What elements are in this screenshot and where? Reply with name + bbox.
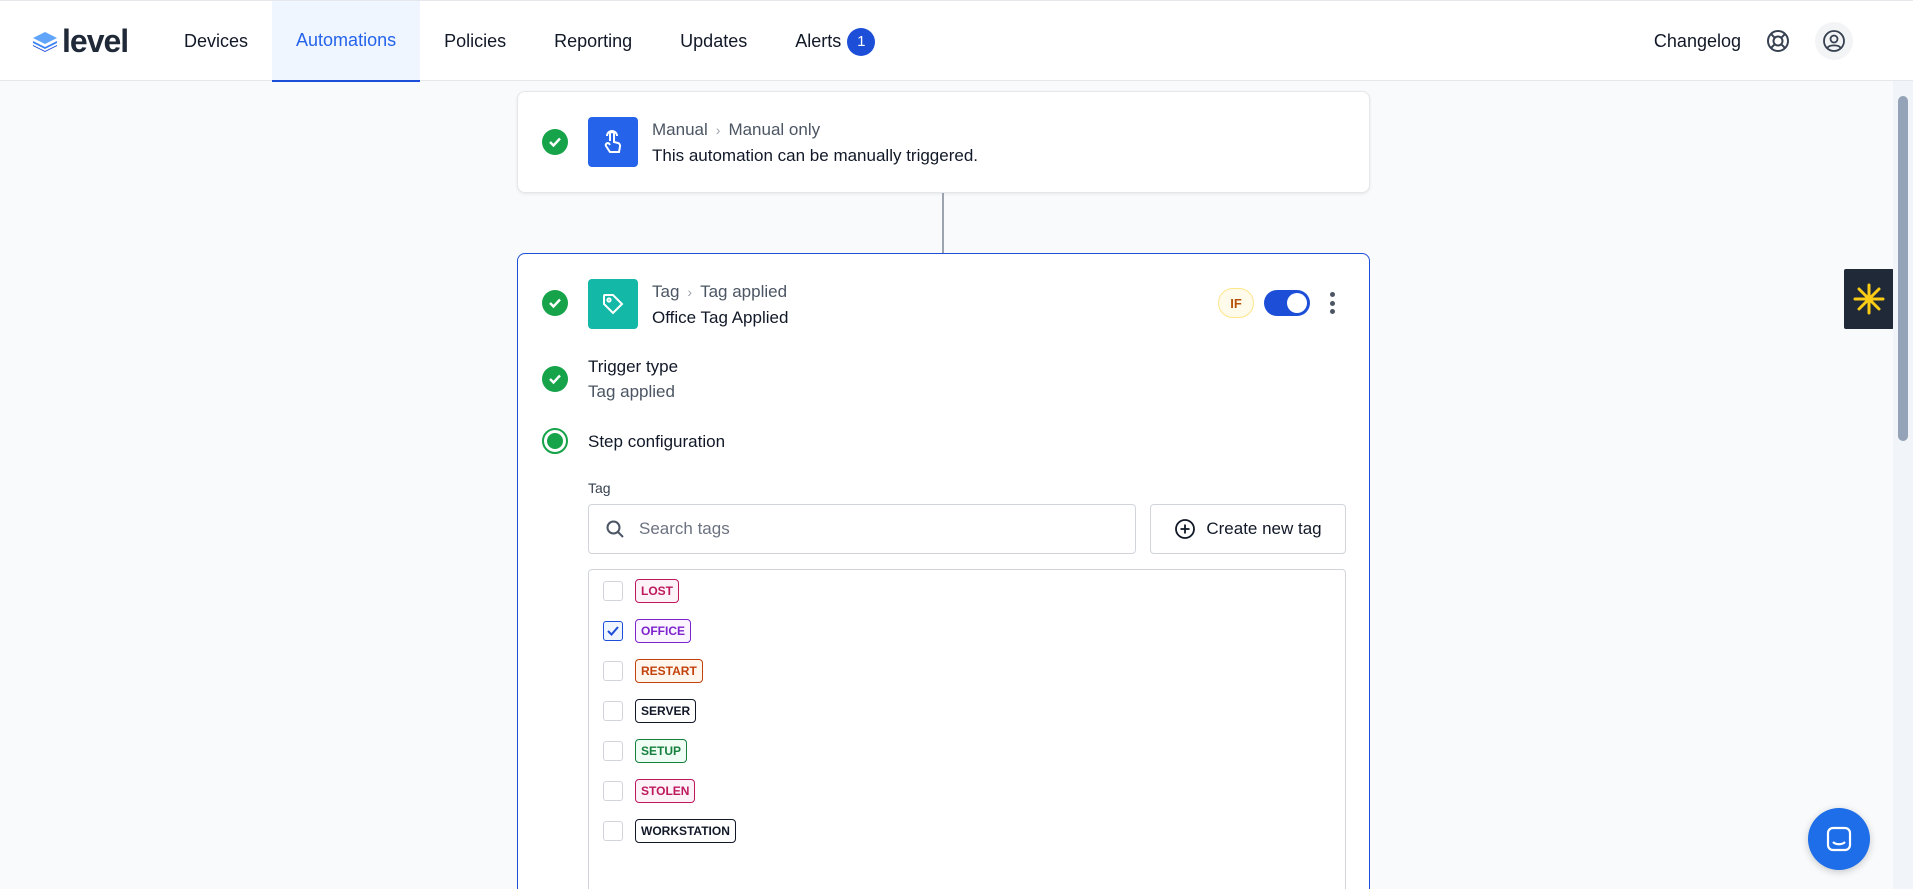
chevron-right-icon: › <box>715 122 721 138</box>
tag-chip: SERVER <box>635 699 697 723</box>
tag-option-row[interactable]: LOST <box>603 578 679 604</box>
tag-trigger-item: Tag applied <box>700 282 788 301</box>
manual-trigger-card[interactable]: Manual › Manual only This automation can… <box>517 91 1370 193</box>
page-scrollbar[interactable] <box>1893 81 1913 889</box>
trigger-description: This automation can be manually triggere… <box>652 146 979 165</box>
nav-devices[interactable]: Devices <box>160 1 272 82</box>
tag-category: Tag <box>652 282 680 301</box>
nav-automations[interactable]: Automations <box>272 1 421 82</box>
toggle-knob <box>1287 293 1307 313</box>
nav-updates[interactable]: Updates <box>656 1 771 82</box>
tag-chip: RESTART <box>635 659 703 683</box>
pointer-hand-icon <box>588 117 638 167</box>
step-connector-line <box>942 193 944 253</box>
tag-chip: STOLEN <box>635 779 696 803</box>
chat-support-button[interactable] <box>1808 808 1870 870</box>
tag-search-input[interactable] <box>639 519 1119 539</box>
tag-search-box[interactable] <box>588 504 1136 554</box>
nav-policies-label: Policies <box>444 31 507 51</box>
chat-icon <box>1826 826 1852 852</box>
checkbox[interactable] <box>603 661 623 681</box>
nav-alerts[interactable]: Alerts 1 <box>771 1 899 82</box>
step-complete-check-icon <box>542 290 568 316</box>
nav-reporting[interactable]: Reporting <box>530 1 656 82</box>
tag-applied-step-card: Tag › Tag applied Office Tag Applied IF … <box>517 253 1370 889</box>
tag-option-row[interactable]: WORKSTATION <box>603 818 736 844</box>
trigger-type-label[interactable]: Trigger type <box>588 357 678 377</box>
checkbox[interactable] <box>603 701 623 721</box>
alerts-count-badge: 1 <box>847 27 876 56</box>
nav-policies[interactable]: Policies <box>420 1 530 82</box>
nav-alerts-label: Alerts <box>795 31 842 51</box>
checkbox[interactable] <box>603 581 623 601</box>
tag-option-row[interactable]: SERVER <box>603 698 697 724</box>
tag-breadcrumb: Tag › Tag applied <box>652 282 787 302</box>
step-complete-check-icon <box>542 129 568 155</box>
user-avatar-button[interactable] <box>1815 22 1853 60</box>
trigger-breadcrumb: Manual › Manual only <box>652 120 820 140</box>
help-lifebuoy-icon[interactable] <box>1765 28 1791 54</box>
plus-circle-icon <box>1175 519 1196 539</box>
trigger-type-check-icon <box>542 366 568 392</box>
checkbox-checked[interactable] <box>603 621 623 641</box>
main-nav: Devices Automations Policies Reporting U… <box>160 1 899 82</box>
changelog-link[interactable]: Changelog <box>1654 31 1741 52</box>
asterisk-widget-icon[interactable] <box>1844 269 1894 329</box>
trigger-type-value: Tag applied <box>588 382 675 401</box>
tag-chip: OFFICE <box>635 619 691 643</box>
level-logo[interactable]: level <box>32 23 129 59</box>
checkbox[interactable] <box>603 781 623 801</box>
top-navigation-bar: level Devices Automations Policies Repor… <box>0 0 1913 82</box>
scrollbar-thumb[interactable] <box>1898 96 1908 441</box>
tag-option-row[interactable]: RESTART <box>603 658 703 684</box>
trigger-item: Manual only <box>728 120 821 139</box>
nav-devices-label: Devices <box>184 31 249 51</box>
tag-chip: LOST <box>635 579 679 603</box>
tag-icon <box>588 279 638 329</box>
tag-option-row[interactable]: STOLEN <box>603 778 696 804</box>
tag-chip: SETUP <box>635 739 688 763</box>
trigger-category: Manual <box>652 120 708 139</box>
user-avatar-icon <box>1823 30 1845 52</box>
header-actions: Changelog <box>1654 22 1853 60</box>
tag-field-label: Tag <box>588 480 611 496</box>
nav-automations-label: Automations <box>296 30 397 50</box>
more-options-kebab-icon[interactable] <box>1326 290 1338 316</box>
nav-reporting-label: Reporting <box>554 31 633 51</box>
tag-checkbox-list: LOST OFFICE RESTART SERVER SETUP STOLEN WORKST… <box>588 569 1346 889</box>
nav-updates-label: Updates <box>680 31 748 51</box>
tag-option-row[interactable]: SETUP <box>603 738 688 764</box>
create-new-tag-label: Create new tag <box>1206 519 1322 538</box>
tag-option-row[interactable]: OFFICE <box>603 618 691 644</box>
chevron-right-icon: › <box>687 284 693 300</box>
checkbox[interactable] <box>603 821 623 841</box>
checkbox[interactable] <box>603 741 623 761</box>
search-icon <box>606 520 624 538</box>
logo-text: level <box>62 23 129 59</box>
step-title: Office Tag Applied <box>652 308 789 327</box>
create-new-tag-button[interactable]: Create new tag <box>1150 504 1346 554</box>
step-configuration-label[interactable]: Step configuration <box>588 432 725 452</box>
tag-chip: WORKSTATION <box>635 819 736 843</box>
step-config-active-indicator-icon <box>542 428 568 454</box>
if-condition-badge: IF <box>1218 288 1254 318</box>
step-enabled-toggle[interactable] <box>1264 290 1310 316</box>
level-logo-icon <box>33 32 57 52</box>
